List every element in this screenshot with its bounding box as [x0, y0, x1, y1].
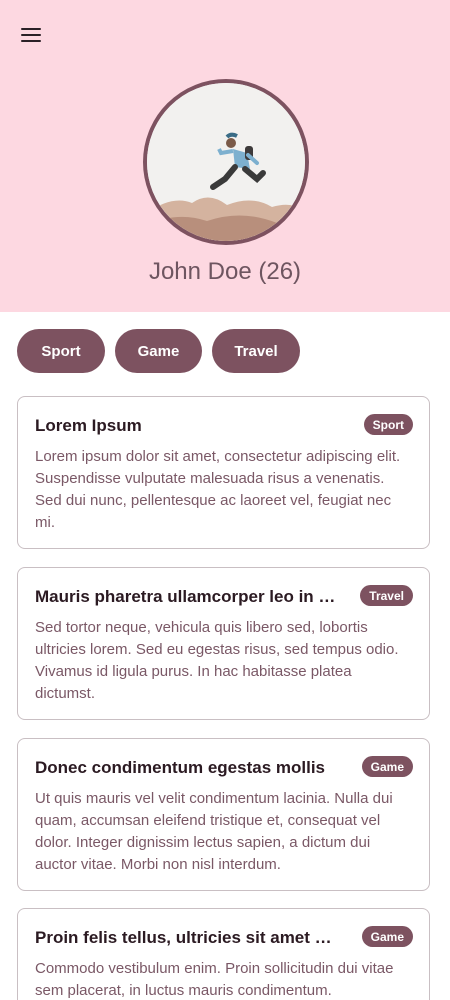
profile-name: John Doe (26): [148, 258, 302, 285]
card-title: Mauris pharetra ullamcorper leo in aliqu…: [35, 587, 340, 606]
profile-header: John Doe (26): [0, 0, 450, 312]
menu-line: [21, 34, 41, 36]
card-title: Proin felis tellus, ultricies sit amet p…: [35, 928, 340, 947]
card-body: Sed tortor neque, vehicula quis libero s…: [35, 619, 399, 702]
card-body: Ut quis mauris vel velit condimentum lac…: [35, 790, 393, 873]
chip-travel[interactable]: Travel: [212, 329, 300, 373]
card-title: Lorem Ipsum: [35, 416, 142, 435]
post-card[interactable]: Mauris pharetra ullamcorper leo in aliqu…: [17, 567, 430, 720]
card-body: Lorem ipsum dolor sit amet, consectetur …: [35, 448, 401, 531]
card-title: Donec condimentum egestas mollis: [35, 758, 326, 777]
menu-line: [21, 28, 41, 30]
post-card[interactable]: Lorem Ipsum Sport Lorem ipsum dolor sit …: [17, 396, 430, 549]
chip-game[interactable]: Game: [115, 329, 202, 373]
card-tag-badge: Travel: [360, 585, 413, 606]
card-tag-badge: Game: [361, 926, 413, 947]
chip-sport[interactable]: Sport: [17, 329, 105, 373]
card-tag-badge: Sport: [363, 414, 413, 435]
person-jumping-photo: [147, 83, 305, 241]
hamburger-menu-icon[interactable]: [14, 22, 48, 48]
avatar[interactable]: [143, 79, 309, 245]
post-card[interactable]: Donec condimentum egestas mollis Game Ut…: [17, 738, 430, 891]
post-card[interactable]: Proin felis tellus, ultricies sit amet p…: [17, 908, 430, 1000]
menu-line: [21, 40, 41, 42]
card-body: Commodo vestibulum enim. Proin sollicitu…: [35, 960, 394, 999]
category-filter-chips: Sport Game Travel: [17, 329, 300, 373]
card-tag-badge: Game: [361, 756, 413, 777]
